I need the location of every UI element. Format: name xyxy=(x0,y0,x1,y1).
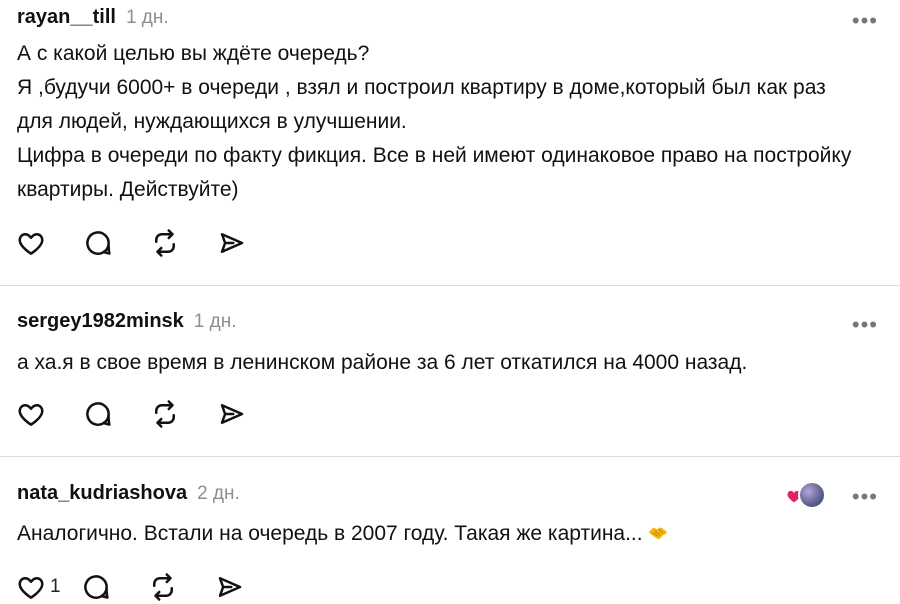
action-bar: 1 xyxy=(14,570,247,604)
share-icon xyxy=(220,404,244,424)
heart-icon xyxy=(18,233,44,255)
comment-button[interactable] xyxy=(81,226,115,260)
share-button[interactable] xyxy=(215,397,249,431)
comment-button[interactable] xyxy=(79,570,113,604)
comment-text: а ха.я в свое время в ленинском районе з… xyxy=(17,351,748,374)
repost-icon xyxy=(155,229,175,257)
like-button[interactable] xyxy=(14,226,48,260)
heart-icon xyxy=(18,404,44,426)
repost-icon xyxy=(155,400,175,428)
author-liked-indicator xyxy=(786,481,826,511)
comment-icon xyxy=(86,402,111,426)
action-bar xyxy=(14,226,249,260)
comment-text: Аналогично. Встали на очередь в 2007 год… xyxy=(17,517,867,551)
more-options-button[interactable]: ••• xyxy=(852,10,878,32)
handshake-emoji-icon xyxy=(648,527,667,540)
comment-1: rayan__till 1 дн. ••• А с какой целью вы… xyxy=(0,0,900,285)
comment-button[interactable] xyxy=(81,397,115,431)
comment-text-content: Аналогично. Встали на очередь в 2007 год… xyxy=(17,522,643,545)
heart-icon xyxy=(18,577,44,599)
like-count[interactable]: 1 xyxy=(50,576,61,598)
repost-icon xyxy=(152,573,173,601)
like-button[interactable] xyxy=(14,397,48,431)
comment-header: nata_kudriashova 2 дн. xyxy=(17,482,240,505)
username[interactable]: rayan__till xyxy=(17,6,116,29)
username[interactable]: sergey1982minsk xyxy=(17,310,184,333)
more-options-button[interactable]: ••• xyxy=(852,486,878,508)
avatar xyxy=(798,481,826,509)
timestamp: 1 дн. xyxy=(193,311,237,332)
repost-button[interactable] xyxy=(146,570,180,604)
action-bar xyxy=(14,397,249,431)
timestamp: 1 дн. xyxy=(125,7,169,28)
share-icon xyxy=(218,577,241,597)
comment-icon xyxy=(83,575,109,599)
like-button[interactable] xyxy=(14,570,48,604)
share-button[interactable] xyxy=(215,226,249,260)
repost-button[interactable] xyxy=(148,397,182,431)
comment-text: А с какой целью вы ждёте очередь? Я ,буд… xyxy=(17,42,852,201)
comments-feed: rayan__till 1 дн. ••• А с какой целью вы… xyxy=(0,0,900,601)
more-options-button[interactable]: ••• xyxy=(852,314,878,336)
username[interactable]: nata_kudriashova xyxy=(17,482,187,505)
timestamp: 2 дн. xyxy=(197,483,240,504)
comment-header: sergey1982minsk 1 дн. xyxy=(17,310,237,333)
comment-header: rayan__till 1 дн. xyxy=(17,6,169,29)
comment-2: sergey1982minsk 1 дн. ••• а ха.я в свое … xyxy=(0,286,900,456)
comment-3: nata_kudriashova 2 дн. ••• Аналогично. В… xyxy=(0,457,900,601)
repost-button[interactable] xyxy=(148,226,182,260)
comment-icon xyxy=(86,231,111,255)
share-icon xyxy=(220,233,244,253)
share-button[interactable] xyxy=(213,570,247,604)
